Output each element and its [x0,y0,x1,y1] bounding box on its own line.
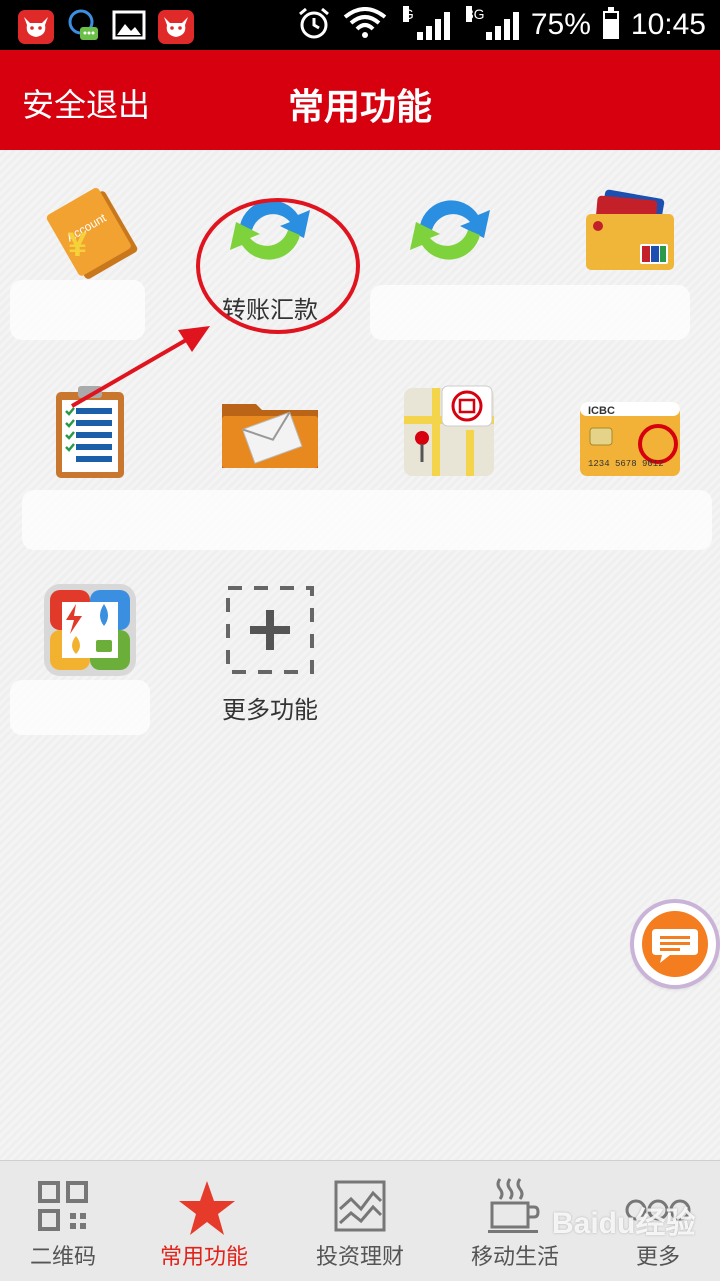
battery-icon [602,7,619,39]
qr-code-icon [36,1179,90,1233]
tab-label: 常用功能 [159,1245,248,1270]
alarm-icon [297,6,331,44]
coffee-cup-icon [488,1175,542,1235]
app-bull-icon [18,10,54,44]
mail-folder-icon [220,380,320,480]
tile-more-functions[interactable]: 更多功能 [180,550,360,750]
tab-investment[interactable]: 投资理财 [285,1161,435,1281]
function-grid: Account ¥ 转账汇款 ICBC 1234 5678 9012 更多功能 [0,150,720,1160]
map-pin-icon [400,380,500,480]
tab-label: 二维码 [29,1245,96,1270]
battery-percent: 75% [530,8,591,41]
tile-label: 更多功能 [222,696,318,724]
star-icon [177,1179,235,1235]
tab-common-functions[interactable]: 常用功能 [129,1161,279,1281]
tile-icbc-card[interactable]: ICBC 1234 5678 9012 [540,350,720,550]
watermark-logo: Baidu经验 [552,1207,696,1240]
chart-icon [333,1179,387,1233]
tile-cards[interactable] [540,150,720,350]
svg-text:1234 5678 9012: 1234 5678 9012 [588,459,664,469]
svg-text:ICBC: ICBC [588,405,615,417]
add-plus-icon [220,580,320,680]
signal-icon: G [402,6,450,40]
clock: 10:45 [630,8,706,41]
bank-cards-icon [580,180,680,280]
svg-text:¥: ¥ [68,226,87,264]
chat-bubble-icon [66,8,100,46]
annotation-arrow-icon [70,326,210,408]
refresh-arrows-icon [400,180,500,280]
wifi-icon [343,7,387,43]
tab-label: 更多 [635,1245,680,1270]
status-bar: G 3G 75% 10:45 [0,0,720,50]
tile-map[interactable] [360,350,540,550]
account-book-icon: Account ¥ [40,180,140,280]
utilities-icon [40,580,140,680]
page-title: 常用功能 [287,87,432,128]
signal-icon: 3G [465,6,519,40]
icbc-card-icon: ICBC 1234 5678 9012 [580,380,680,480]
tab-qr-code[interactable]: 二维码 [0,1161,138,1281]
message-icon [642,911,708,977]
app-header: 安全退出 常用功能 [0,50,720,150]
tile-utilities[interactable] [0,550,180,750]
chat-fab-button[interactable] [634,903,716,985]
tab-label: 投资理财 [315,1245,404,1270]
tile-refresh[interactable] [360,150,540,350]
image-icon [112,10,146,44]
tab-label: 移动生活 [470,1245,559,1270]
annotation-ellipse [196,198,360,334]
app-bull-icon [158,10,194,44]
